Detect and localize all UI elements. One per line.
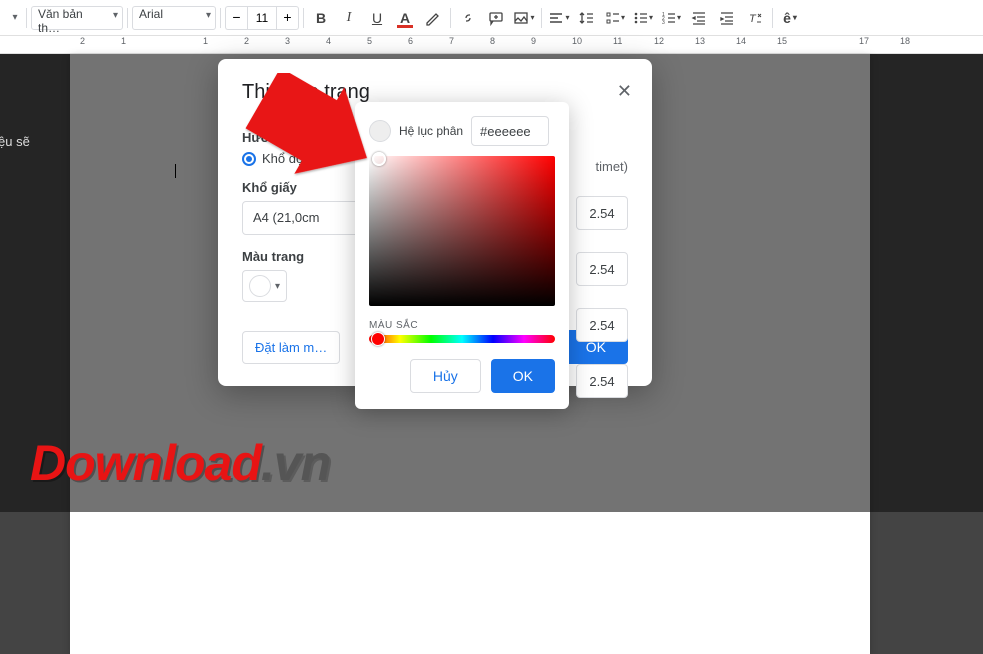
text-color-button[interactable]: A <box>392 5 418 31</box>
decrease-indent-button[interactable] <box>686 5 712 31</box>
italic-button[interactable]: I <box>336 5 362 31</box>
line-spacing-button[interactable] <box>574 5 600 31</box>
numbered-list-button[interactable]: 123▾ <box>658 5 684 31</box>
divider <box>772 8 773 28</box>
toolbar-prev-icon[interactable]: ▾ <box>8 12 22 23</box>
svg-text:T: T <box>749 13 757 25</box>
increase-indent-button[interactable] <box>714 5 740 31</box>
ruler-tick: 6 <box>408 36 413 46</box>
page-color-select[interactable] <box>242 270 287 302</box>
sv-thumb[interactable] <box>372 152 386 166</box>
hex-preview-swatch <box>369 120 391 142</box>
hue-thumb[interactable] <box>371 332 385 346</box>
insert-comment-button[interactable] <box>483 5 509 31</box>
picker-cancel-button[interactable]: Hủy <box>410 359 481 393</box>
margin-left-input[interactable] <box>576 308 628 342</box>
insert-image-button[interactable]: ▾ <box>511 5 537 31</box>
bold-button[interactable]: B <box>308 5 334 31</box>
ruler-tick: 3 <box>285 36 290 46</box>
formatting-toolbar: ▾ Văn bản th… Arial − 11 + B I U A ▾ ▾ ▾… <box>0 0 983 36</box>
divider <box>26 8 27 28</box>
ruler-tick: 11 <box>613 36 622 46</box>
svg-text:3: 3 <box>662 20 665 26</box>
hue-slider[interactable] <box>369 335 555 343</box>
ruler-tick: 14 <box>736 36 746 46</box>
ruler-tick: 5 <box>367 36 372 46</box>
bulleted-list-button[interactable]: ▾ <box>630 5 656 31</box>
page-color-swatch <box>249 275 271 297</box>
horizontal-ruler[interactable]: /* ticks populated below */ 211234567891… <box>0 36 983 54</box>
ruler-tick: 18 <box>900 36 910 46</box>
paragraph-style-select[interactable]: Văn bản th… <box>31 6 123 30</box>
underline-button[interactable]: U <box>364 5 390 31</box>
saturation-value-panel[interactable] <box>369 156 555 306</box>
ruler-tick: 2 <box>244 36 249 46</box>
margin-top-input[interactable] <box>576 196 628 230</box>
ruler-tick: 15 <box>777 36 787 46</box>
clear-formatting-button[interactable]: T <box>742 5 768 31</box>
ruler-tick: 4 <box>326 36 331 46</box>
set-default-button[interactable]: Đặt làm m… <box>242 331 340 364</box>
insert-link-button[interactable] <box>455 5 481 31</box>
custom-color-picker: Hệ lục phân MÀU SẮC Hủy OK <box>355 102 569 409</box>
highlight-color-button[interactable] <box>420 5 446 31</box>
ruler-tick: 12 <box>654 36 664 46</box>
font-family-select[interactable]: Arial <box>132 6 216 30</box>
close-icon[interactable]: ✕ <box>617 81 632 102</box>
hex-input[interactable] <box>471 116 549 146</box>
hex-label: Hệ lục phân <box>399 124 463 138</box>
font-size-value[interactable]: 11 <box>247 6 277 30</box>
ruler-tick: 7 <box>449 36 454 46</box>
ruler-tick: 13 <box>695 36 705 46</box>
ruler-tick: 1 <box>203 36 208 46</box>
ruler-tick: 17 <box>859 36 869 46</box>
margin-right-input[interactable] <box>576 364 628 398</box>
orientation-portrait-radio[interactable] <box>242 152 256 166</box>
dialog-title: Thiết lập trang <box>242 81 628 104</box>
ruler-tick: 9 <box>531 36 536 46</box>
divider <box>541 8 542 28</box>
picker-ok-button[interactable]: OK <box>491 359 555 393</box>
ruler-tick: 1 <box>121 36 126 46</box>
page-text-fragment: ı liệu sẽ <box>0 134 30 149</box>
input-tools-button[interactable]: ê▾ <box>777 5 803 31</box>
divider <box>220 8 221 28</box>
ruler-tick: 2 <box>80 36 85 46</box>
font-size-increase[interactable]: + <box>277 6 299 30</box>
hue-label: MÀU SẮC <box>369 320 555 331</box>
font-size-decrease[interactable]: − <box>225 6 247 30</box>
divider <box>127 8 128 28</box>
divider <box>303 8 304 28</box>
checklist-button[interactable]: ▾ <box>602 5 628 31</box>
orientation-portrait-label: Khổ dọc <box>262 151 310 166</box>
margin-bottom-input[interactable] <box>576 252 628 286</box>
font-size-control: − 11 + <box>225 6 299 30</box>
divider <box>450 8 451 28</box>
ruler-tick: 10 <box>572 36 582 46</box>
align-button[interactable]: ▾ <box>546 5 572 31</box>
ruler-tick: 8 <box>490 36 495 46</box>
